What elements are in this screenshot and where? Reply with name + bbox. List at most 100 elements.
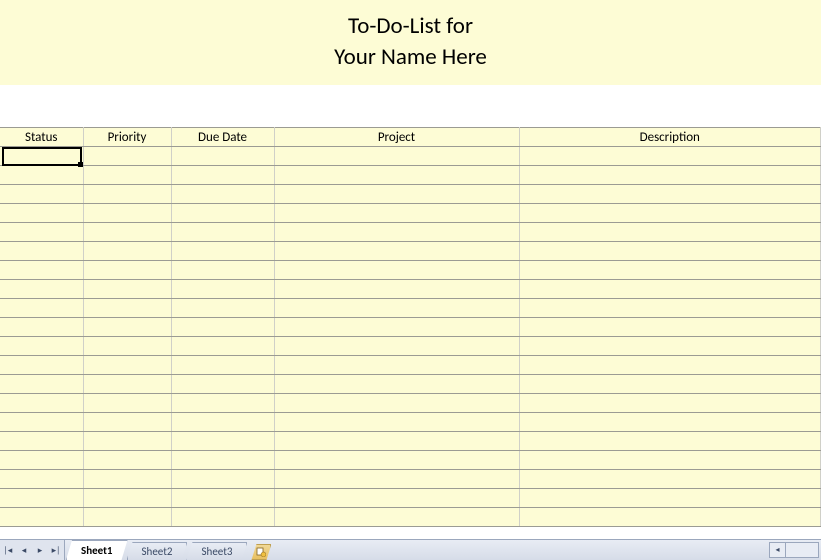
cell-status[interactable] xyxy=(0,470,83,489)
cell-project[interactable] xyxy=(274,489,519,508)
cell-dueDate[interactable] xyxy=(171,394,274,413)
cell-priority[interactable] xyxy=(83,432,171,451)
nav-prev-button[interactable]: ◂ xyxy=(16,540,32,560)
cell-status[interactable] xyxy=(0,147,83,166)
cell-status[interactable] xyxy=(0,489,83,508)
cell-dueDate[interactable] xyxy=(171,166,274,185)
col-header-status[interactable]: Status xyxy=(0,128,83,147)
cell-status[interactable] xyxy=(0,394,83,413)
cell-priority[interactable] xyxy=(83,451,171,470)
cell-dueDate[interactable] xyxy=(171,318,274,337)
cell-status[interactable] xyxy=(0,318,83,337)
cell-project[interactable] xyxy=(274,185,519,204)
cell-project[interactable] xyxy=(274,261,519,280)
cell-description[interactable] xyxy=(519,337,821,356)
cell-priority[interactable] xyxy=(83,470,171,489)
cell-description[interactable] xyxy=(519,375,821,394)
cell-description[interactable] xyxy=(519,413,821,432)
cell-dueDate[interactable] xyxy=(171,185,274,204)
cell-status[interactable] xyxy=(0,299,83,318)
cell-priority[interactable] xyxy=(83,223,171,242)
cell-project[interactable] xyxy=(274,318,519,337)
cell-dueDate[interactable] xyxy=(171,432,274,451)
cell-description[interactable] xyxy=(519,242,821,261)
cell-project[interactable] xyxy=(274,242,519,261)
cell-priority[interactable] xyxy=(83,318,171,337)
cell-status[interactable] xyxy=(0,185,83,204)
cell-dueDate[interactable] xyxy=(171,375,274,394)
cell-priority[interactable] xyxy=(83,413,171,432)
horizontal-scrollbar[interactable]: ◂ xyxy=(769,542,819,558)
cell-description[interactable] xyxy=(519,280,821,299)
cell-dueDate[interactable] xyxy=(171,147,274,166)
cell-dueDate[interactable] xyxy=(171,413,274,432)
cell-priority[interactable] xyxy=(83,375,171,394)
cell-dueDate[interactable] xyxy=(171,508,274,527)
cell-dueDate[interactable] xyxy=(171,470,274,489)
cell-project[interactable] xyxy=(274,413,519,432)
cell-status[interactable] xyxy=(0,204,83,223)
col-header-project[interactable]: Project xyxy=(274,128,519,147)
cell-description[interactable] xyxy=(519,432,821,451)
cell-project[interactable] xyxy=(274,394,519,413)
cell-project[interactable] xyxy=(274,375,519,394)
cell-dueDate[interactable] xyxy=(171,204,274,223)
cell-description[interactable] xyxy=(519,166,821,185)
cell-priority[interactable] xyxy=(83,337,171,356)
cell-priority[interactable] xyxy=(83,204,171,223)
cell-project[interactable] xyxy=(274,432,519,451)
cell-project[interactable] xyxy=(274,147,519,166)
cell-status[interactable] xyxy=(0,280,83,299)
cell-dueDate[interactable] xyxy=(171,242,274,261)
cell-project[interactable] xyxy=(274,299,519,318)
cell-status[interactable] xyxy=(0,166,83,185)
cell-description[interactable] xyxy=(519,451,821,470)
cell-priority[interactable] xyxy=(83,280,171,299)
nav-first-button[interactable]: |◂ xyxy=(0,540,16,560)
cell-description[interactable] xyxy=(519,185,821,204)
cell-priority[interactable] xyxy=(83,489,171,508)
insert-sheet-button[interactable] xyxy=(251,544,271,560)
cell-project[interactable] xyxy=(274,470,519,489)
cell-status[interactable] xyxy=(0,413,83,432)
cell-status[interactable] xyxy=(0,451,83,470)
col-header-duedate[interactable]: Due Date xyxy=(171,128,274,147)
cell-description[interactable] xyxy=(519,508,821,527)
cell-dueDate[interactable] xyxy=(171,261,274,280)
scroll-left-button[interactable]: ◂ xyxy=(770,543,786,557)
cell-status[interactable] xyxy=(0,375,83,394)
cell-priority[interactable] xyxy=(83,185,171,204)
cell-description[interactable] xyxy=(519,261,821,280)
cell-project[interactable] xyxy=(274,337,519,356)
col-header-priority[interactable]: Priority xyxy=(83,128,171,147)
cell-dueDate[interactable] xyxy=(171,280,274,299)
cell-dueDate[interactable] xyxy=(171,451,274,470)
cell-dueDate[interactable] xyxy=(171,356,274,375)
tab-sheet3[interactable]: Sheet3 xyxy=(186,542,247,560)
cell-status[interactable] xyxy=(0,223,83,242)
cell-priority[interactable] xyxy=(83,299,171,318)
cell-priority[interactable] xyxy=(83,242,171,261)
tab-sheet2[interactable]: Sheet2 xyxy=(127,542,188,560)
cell-priority[interactable] xyxy=(83,508,171,527)
cell-project[interactable] xyxy=(274,508,519,527)
col-header-description[interactable]: Description xyxy=(519,128,821,147)
cell-project[interactable] xyxy=(274,204,519,223)
cell-priority[interactable] xyxy=(83,166,171,185)
cell-status[interactable] xyxy=(0,432,83,451)
cell-description[interactable] xyxy=(519,470,821,489)
cell-status[interactable] xyxy=(0,242,83,261)
cell-description[interactable] xyxy=(519,356,821,375)
cell-status[interactable] xyxy=(0,508,83,527)
tab-sheet1[interactable]: Sheet1 xyxy=(66,540,128,560)
cell-description[interactable] xyxy=(519,489,821,508)
todo-grid[interactable]: Status Priority Due Date Project Descrip… xyxy=(0,127,821,527)
cell-dueDate[interactable] xyxy=(171,337,274,356)
cell-status[interactable] xyxy=(0,261,83,280)
cell-description[interactable] xyxy=(519,204,821,223)
cell-status[interactable] xyxy=(0,356,83,375)
cell-description[interactable] xyxy=(519,299,821,318)
cell-description[interactable] xyxy=(519,223,821,242)
nav-next-button[interactable]: ▸ xyxy=(32,540,48,560)
cell-dueDate[interactable] xyxy=(171,299,274,318)
